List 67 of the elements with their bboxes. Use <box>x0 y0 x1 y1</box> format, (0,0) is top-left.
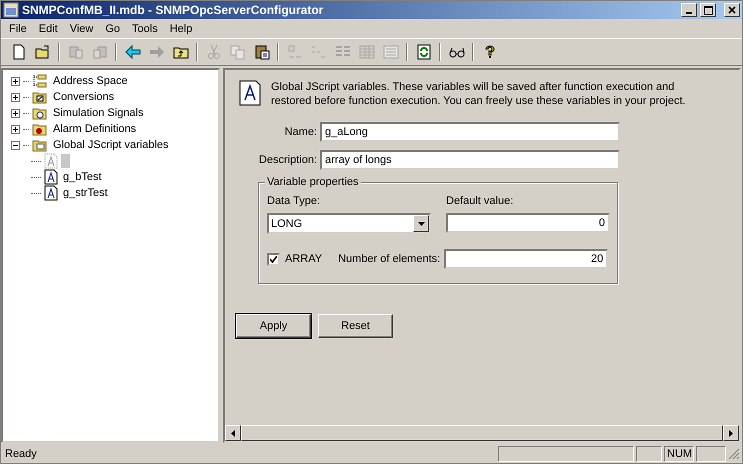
expand-icon[interactable] <box>11 124 20 134</box>
tree-item[interactable]: Alarm Definitions <box>51 123 138 135</box>
array-checkbox[interactable] <box>267 252 280 266</box>
hierarchy-icon <box>32 73 48 89</box>
text-field[interactable]: array of longs <box>320 150 620 170</box>
scroll-left-icon[interactable] <box>231 430 235 436</box>
copy-icon <box>230 44 246 60</box>
field-label: Number of elements: <box>338 253 440 265</box>
details-icon <box>358 44 374 60</box>
expand-icon[interactable] <box>11 92 20 102</box>
reset-button[interactable]: Reset <box>318 314 393 338</box>
minimize-button[interactable] <box>681 3 697 17</box>
script-document-icon <box>239 80 261 106</box>
field-label: Default value: <box>446 194 514 209</box>
collapse-icon[interactable] <box>11 140 20 150</box>
menu-item[interactable]: Help <box>164 20 198 36</box>
tree-item[interactable]: Address Space <box>51 75 130 87</box>
horizontal-scrollbar[interactable] <box>225 425 739 441</box>
field-label: Data Type: <box>267 194 321 209</box>
checkbox-label: ARRAY <box>285 253 322 265</box>
tree-item[interactable]: Simulation Signals <box>51 107 146 119</box>
checkmark-icon <box>270 256 277 262</box>
menu-item[interactable]: Tools <box>126 20 164 36</box>
tree-item[interactable]: Conversions <box>51 91 116 103</box>
group-title: Variable properties <box>265 176 361 188</box>
dropdown-arrow-icon <box>418 222 424 226</box>
default-value-field[interactable]: 0 <box>446 213 610 233</box>
field-label: Description: <box>258 154 318 166</box>
menu-item[interactable]: File <box>3 20 33 36</box>
folder-icon <box>34 44 50 60</box>
maximize-icon <box>704 6 712 14</box>
variable-icon <box>44 169 58 185</box>
apply-button[interactable]: Apply <box>236 314 311 338</box>
data-type-dropdown[interactable]: LONG <box>267 213 431 234</box>
menu-item[interactable]: Go <box>99 20 126 36</box>
tree-item[interactable]: g_bTest <box>61 171 104 183</box>
menu-item[interactable]: Edit <box>32 20 64 36</box>
tree-item[interactable]: Global JScript variables <box>51 139 171 151</box>
resize-grip-icon[interactable] <box>728 448 740 460</box>
num-lock-indicator: NUM <box>664 446 694 462</box>
variable-icon <box>44 185 58 201</box>
left-arrow-icon <box>124 44 140 60</box>
field-label: Name: <box>284 126 318 138</box>
window-title: SNMPConfMB_II.mdb - SNMPOpcServerConfigurator <box>22 3 324 17</box>
description-text: Global JScript variables. These variables will be saved after function execution and restored before function execution. You can freely use these variables in your project. <box>271 80 687 108</box>
scissors-icon <box>206 44 222 60</box>
clipboard-icon <box>254 44 270 60</box>
small-icons-icon <box>310 44 326 60</box>
menu-item[interactable]: View <box>64 20 100 36</box>
rename-field[interactable] <box>61 154 70 168</box>
tree-item[interactable]: g_strTest <box>61 187 110 199</box>
status-text: Ready <box>5 448 38 460</box>
new-document-icon <box>10 44 26 60</box>
right-arrow-icon <box>148 44 164 60</box>
variable-icon <box>44 153 58 169</box>
elements-field[interactable]: 20 <box>444 249 608 269</box>
scroll-right-icon[interactable] <box>729 430 733 436</box>
expand-icon[interactable] <box>11 76 20 86</box>
refresh-icon <box>416 44 432 60</box>
expand-icon[interactable] <box>11 108 20 118</box>
close-icon <box>728 6 736 14</box>
text-field[interactable]: g_aLong <box>320 122 620 142</box>
maximize-button[interactable] <box>700 3 716 17</box>
close-button[interactable] <box>724 3 740 17</box>
large-icons-icon <box>286 44 302 60</box>
form-icon <box>382 44 398 60</box>
app-icon <box>3 2 19 18</box>
